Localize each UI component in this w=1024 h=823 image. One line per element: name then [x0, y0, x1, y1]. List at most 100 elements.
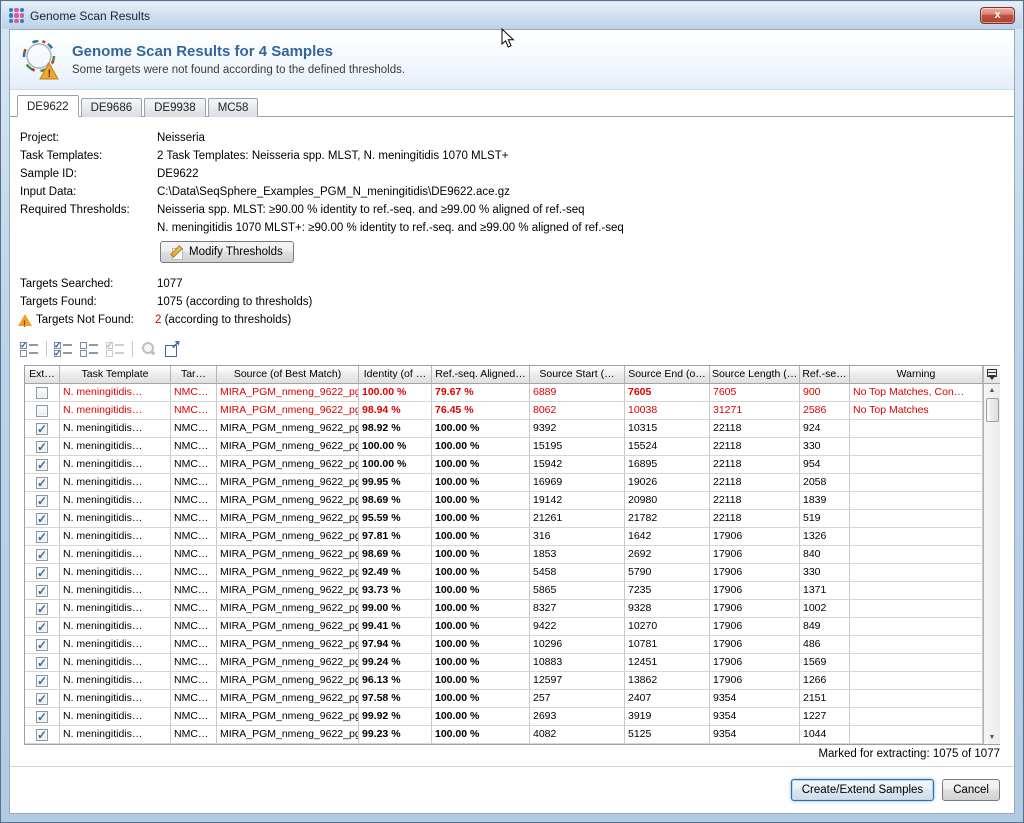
- tab-MC58[interactable]: MC58: [208, 98, 259, 117]
- table-cell: 92.49 %: [359, 564, 432, 582]
- table-cell: 1853: [530, 546, 625, 564]
- checkbox-checked-icon[interactable]: [36, 657, 48, 669]
- checkbox-checked-icon[interactable]: [36, 477, 48, 489]
- checkbox-checked-icon[interactable]: [36, 729, 48, 741]
- extract-checkbox-cell[interactable]: [25, 600, 60, 618]
- checkbox-unchecked-icon[interactable]: [36, 387, 48, 399]
- checkbox-checked-icon[interactable]: [36, 549, 48, 561]
- table-row[interactable]: N. meningitidis…NMC…MIRA_PGM_nmeng_9622_…: [25, 402, 983, 420]
- table-cell: NMC…: [171, 438, 217, 456]
- scroll-up-icon[interactable]: ▲: [989, 384, 996, 397]
- table-row[interactable]: N. meningitidis…NMC…MIRA_PGM_nmeng_9622_…: [25, 384, 983, 402]
- extract-checkbox-cell[interactable]: [25, 420, 60, 438]
- extract-checkbox-cell[interactable]: [25, 384, 60, 402]
- cancel-button[interactable]: Cancel: [942, 779, 1000, 801]
- table-row[interactable]: N. meningitidis…NMC…MIRA_PGM_nmeng_9622_…: [25, 420, 983, 438]
- table-row[interactable]: N. meningitidis…NMC…MIRA_PGM_nmeng_9622_…: [25, 636, 983, 654]
- column-header[interactable]: Source Length (…: [710, 366, 800, 384]
- checkbox-checked-icon[interactable]: [36, 585, 48, 597]
- extract-checkbox-cell[interactable]: [25, 492, 60, 510]
- table-row[interactable]: N. meningitidis…NMC…MIRA_PGM_nmeng_9622_…: [25, 726, 983, 744]
- table-cell: 10270: [625, 618, 710, 636]
- table-row[interactable]: N. meningitidis…NMC…MIRA_PGM_nmeng_9622_…: [25, 600, 983, 618]
- table-row[interactable]: N. meningitidis…NMC…MIRA_PGM_nmeng_9622_…: [25, 690, 983, 708]
- checkbox-checked-icon[interactable]: [36, 621, 48, 633]
- tab-DE9686[interactable]: DE9686: [81, 98, 143, 117]
- scrollbar-thumb[interactable]: [986, 398, 999, 422]
- extract-checkbox-cell[interactable]: [25, 726, 60, 744]
- column-header[interactable]: Source Start (…: [530, 366, 625, 384]
- table-row[interactable]: N. meningitidis…NMC…MIRA_PGM_nmeng_9622_…: [25, 708, 983, 726]
- table-row[interactable]: N. meningitidis…NMC…MIRA_PGM_nmeng_9622_…: [25, 582, 983, 600]
- extract-checkbox-cell[interactable]: [25, 672, 60, 690]
- checkbox-checked-icon[interactable]: [36, 639, 48, 651]
- extract-checkbox-cell[interactable]: [25, 510, 60, 528]
- extract-checkbox-cell[interactable]: [25, 546, 60, 564]
- table-row[interactable]: N. meningitidis…NMC…MIRA_PGM_nmeng_9622_…: [25, 528, 983, 546]
- extract-checkbox-cell[interactable]: [25, 618, 60, 636]
- column-header[interactable]: Task Template: [60, 366, 171, 384]
- extract-checkbox-cell[interactable]: [25, 636, 60, 654]
- tab-DE9622[interactable]: DE9622: [17, 95, 79, 117]
- scroll-down-icon[interactable]: ▼: [989, 731, 996, 744]
- checkbox-checked-icon[interactable]: [36, 513, 48, 525]
- modify-thresholds-button[interactable]: Modify Thresholds: [160, 241, 294, 263]
- checkbox-checked-icon[interactable]: [36, 693, 48, 705]
- column-config-icon[interactable]: [984, 366, 1000, 384]
- extract-checkbox-cell[interactable]: [25, 582, 60, 600]
- vertical-scrollbar[interactable]: ▲ ▼: [984, 384, 1000, 744]
- checkbox-checked-icon[interactable]: [36, 423, 48, 435]
- column-header[interactable]: Ref.-se…: [800, 366, 850, 384]
- extract-checkbox-cell[interactable]: [25, 438, 60, 456]
- table-cell: 76.45 %: [432, 402, 530, 420]
- create-extend-samples-button[interactable]: Create/Extend Samples: [791, 779, 934, 801]
- table-row[interactable]: N. meningitidis…NMC…MIRA_PGM_nmeng_9622_…: [25, 672, 983, 690]
- column-header[interactable]: Tar…: [171, 366, 217, 384]
- checkbox-checked-icon[interactable]: [36, 495, 48, 507]
- checkbox-checked-icon[interactable]: [36, 531, 48, 543]
- column-header[interactable]: Source (of Best Match): [217, 366, 359, 384]
- table-cell: 15195: [530, 438, 625, 456]
- targets-not-found-value: 2 (according to thresholds): [155, 311, 291, 329]
- extract-checkbox-cell[interactable]: [25, 564, 60, 582]
- checkbox-unchecked-icon[interactable]: [36, 405, 48, 417]
- close-icon[interactable]: x: [980, 7, 1015, 24]
- column-header[interactable]: Identity (of …: [359, 366, 432, 384]
- extract-checkbox-cell[interactable]: [25, 474, 60, 492]
- extract-checkbox-cell[interactable]: [25, 528, 60, 546]
- table-row[interactable]: N. meningitidis…NMC…MIRA_PGM_nmeng_9622_…: [25, 438, 983, 456]
- tab-DE9938[interactable]: DE9938: [144, 98, 206, 117]
- checkbox-checked-icon[interactable]: [36, 675, 48, 687]
- table-cell: 100.00 %: [359, 456, 432, 474]
- table-row[interactable]: N. meningitidis…NMC…MIRA_PGM_nmeng_9622_…: [25, 510, 983, 528]
- table-row[interactable]: N. meningitidis…NMC…MIRA_PGM_nmeng_9622_…: [25, 474, 983, 492]
- mark-all-icon[interactable]: [54, 341, 73, 358]
- table-row[interactable]: N. meningitidis…NMC…MIRA_PGM_nmeng_9622_…: [25, 564, 983, 582]
- export-icon[interactable]: [164, 341, 180, 357]
- checkbox-checked-icon[interactable]: [36, 441, 48, 453]
- column-header[interactable]: Source End (o…: [625, 366, 710, 384]
- extract-checkbox-cell[interactable]: [25, 690, 60, 708]
- toggle-mark-icon[interactable]: [20, 341, 39, 358]
- column-header[interactable]: Warning: [850, 366, 983, 384]
- checkbox-checked-icon[interactable]: [36, 711, 48, 723]
- targets-found-value: 1075 (according to thresholds): [157, 293, 312, 311]
- column-header[interactable]: Ext…: [25, 366, 60, 384]
- table-row[interactable]: N. meningitidis…NMC…MIRA_PGM_nmeng_9622_…: [25, 618, 983, 636]
- table-row[interactable]: N. meningitidis…NMC…MIRA_PGM_nmeng_9622_…: [25, 654, 983, 672]
- extract-checkbox-cell[interactable]: [25, 456, 60, 474]
- checkbox-checked-icon[interactable]: [36, 567, 48, 579]
- column-header[interactable]: Ref.-seq. Aligned…: [432, 366, 530, 384]
- unmark-all-icon[interactable]: [80, 341, 99, 358]
- table-row[interactable]: N. meningitidis…NMC…MIRA_PGM_nmeng_9622_…: [25, 492, 983, 510]
- table-cell: 17906: [710, 618, 800, 636]
- table-row[interactable]: N. meningitidis…NMC…MIRA_PGM_nmeng_9622_…: [25, 456, 983, 474]
- extract-checkbox-cell[interactable]: [25, 708, 60, 726]
- checkbox-checked-icon[interactable]: [36, 459, 48, 471]
- table-row[interactable]: N. meningitidis…NMC…MIRA_PGM_nmeng_9622_…: [25, 546, 983, 564]
- extract-checkbox-cell[interactable]: [25, 654, 60, 672]
- table-cell: 100.00 %: [432, 438, 530, 456]
- table-cell: N. meningitidis…: [60, 438, 171, 456]
- checkbox-checked-icon[interactable]: [36, 603, 48, 615]
- extract-checkbox-cell[interactable]: [25, 402, 60, 420]
